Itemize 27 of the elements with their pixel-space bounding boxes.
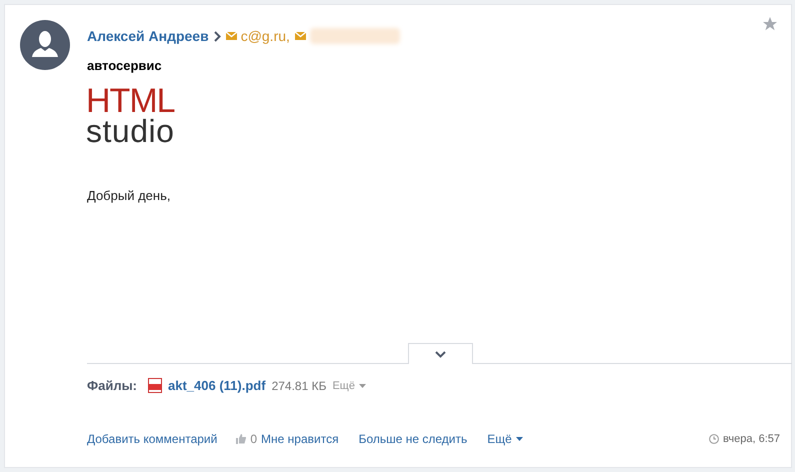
envelope-icon	[294, 32, 306, 40]
timestamp: вчера, 6:57	[723, 432, 780, 447]
add-comment-link[interactable]: Добавить комментарий	[87, 430, 218, 448]
more-dropdown[interactable]: Ещё	[332, 378, 366, 394]
expand-tab[interactable]	[408, 343, 473, 364]
like-count: 0	[250, 431, 258, 448]
logo-text: HTML	[86, 86, 175, 116]
clock-icon	[709, 434, 720, 444]
caret-icon	[516, 437, 523, 441]
unfollow-link[interactable]: Больше не следить	[358, 430, 468, 448]
chevron-right-icon	[214, 30, 221, 42]
file-link[interactable]: akt_406 (11).pdf	[168, 376, 266, 396]
logo-text: studio	[86, 116, 175, 146]
like-link[interactable]: Мне нравится	[261, 430, 339, 448]
more-dropdown[interactable]: Ещё	[487, 430, 523, 448]
envelope-icon	[226, 32, 237, 40]
sender-link[interactable]: Алексей Андреев	[87, 27, 209, 45]
files-label: Файлы:	[87, 377, 138, 395]
star-icon[interactable]	[762, 16, 778, 32]
body-text: Добрый день,	[87, 187, 170, 205]
subject-text: автосервис	[87, 57, 162, 75]
file-size: 274.81 КБ	[272, 378, 326, 395]
avatar-icon	[20, 20, 70, 70]
caret-icon	[358, 384, 366, 388]
chevron-down-icon	[435, 350, 446, 358]
pdf-file-icon	[148, 378, 162, 394]
thumbs-up-icon	[236, 434, 246, 444]
